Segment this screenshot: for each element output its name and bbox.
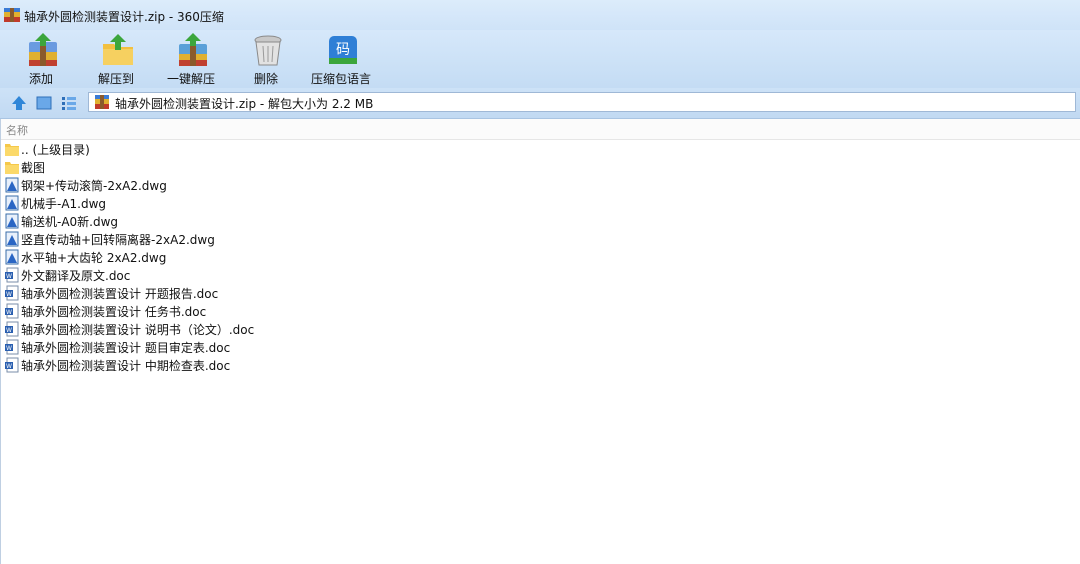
add-label: 添加: [28, 72, 53, 86]
folder-icon: [5, 162, 19, 174]
file-name: 机械手-A1.dwg: [21, 197, 107, 211]
dwg-file-icon: [5, 195, 19, 211]
file-name: 轴承外圆检测装置设计 开题报告.doc: [21, 287, 219, 301]
trash-icon: [254, 35, 282, 66]
list-header: 名称: [0, 119, 1080, 140]
file-name: 水平轴+大齿轮 2xA2.dwg: [21, 251, 167, 265]
dwg-file-icon: [5, 231, 19, 247]
file-name: 轴承外圆检测装置设计 任务书.doc: [21, 305, 207, 319]
svg-text:W: W: [6, 345, 12, 352]
toolbar: 添加 解压到 一键解压 删除 码 压缩包语言: [0, 30, 1080, 88]
file-name: .. (上级目录): [21, 143, 90, 157]
delete-label: 删除: [253, 72, 278, 86]
doc-file-icon: W: [5, 339, 19, 355]
folder-icon: [5, 144, 19, 156]
doc-file-icon: W: [5, 267, 19, 283]
list-item[interactable]: W 轴承外圆检测装置设计 说明书（论文）.doc: [0, 320, 600, 338]
doc-file-icon: W: [5, 303, 19, 319]
address-text: 轴承外圆检测装置设计.zip - 解包大小为 2.2 MB: [115, 97, 374, 111]
list-item[interactable]: 水平轴+大齿轮 2xA2.dwg: [0, 248, 600, 266]
one-click-extract-button[interactable]: 一键解压: [155, 30, 227, 88]
list-item[interactable]: W 轴承外圆检测装置设计 任务书.doc: [0, 302, 600, 320]
file-name: 截图: [21, 161, 46, 175]
list-item[interactable]: 机械手-A1.dwg: [0, 194, 600, 212]
list-item[interactable]: .. (上级目录): [0, 140, 600, 158]
zip-archive-icon: [95, 95, 109, 109]
encoding-icon: 码: [329, 36, 357, 64]
address-field[interactable]: 轴承外圆检测装置设计.zip - 解包大小为 2.2 MB: [88, 92, 1076, 112]
doc-file-icon: W: [5, 285, 19, 301]
list-item[interactable]: W 轴承外圆检测装置设计 中期检查表.doc: [0, 356, 600, 374]
svg-text:W: W: [6, 291, 12, 298]
dwg-file-icon: [5, 249, 19, 265]
one-click-extract-label: 一键解压: [166, 72, 215, 86]
list-view-icon[interactable]: [60, 94, 78, 112]
file-name: 竖直传动轴+回转隔离器-2xA2.dwg: [21, 233, 215, 247]
up-arrow-icon[interactable]: [10, 94, 28, 112]
file-name: 轴承外圆检测装置设计 题目审定表.doc: [21, 341, 231, 355]
file-name: 输送机-A0新.dwg: [21, 215, 119, 229]
zip-archive-icon: [4, 8, 20, 22]
list-item[interactable]: W 轴承外圆检测装置设计 开题报告.doc: [0, 284, 600, 302]
file-name: 外文翻译及原文.doc: [21, 269, 131, 283]
svg-text:W: W: [6, 327, 12, 334]
list-item[interactable]: 钢架+传动滚筒-2xA2.dwg: [0, 176, 600, 194]
dwg-file-icon: [5, 177, 19, 193]
dwg-file-icon: [5, 213, 19, 229]
file-name: 轴承外圆检测装置设计 说明书（论文）.doc: [21, 323, 255, 337]
archive-language-label: 压缩包语言: [310, 72, 371, 86]
svg-text:W: W: [6, 363, 12, 370]
doc-file-icon: W: [5, 321, 19, 337]
list-item[interactable]: W 外文翻译及原文.doc: [0, 266, 600, 284]
file-name: 轴承外圆检测装置设计 中期检查表.doc: [21, 359, 231, 373]
thumbnail-view-icon[interactable]: [35, 94, 53, 112]
extract-to-button[interactable]: 解压到: [80, 30, 152, 88]
add-button[interactable]: 添加: [5, 30, 77, 88]
list-item[interactable]: 截图: [0, 158, 600, 176]
list-item[interactable]: 竖直传动轴+回转隔离器-2xA2.dwg: [0, 230, 600, 248]
add-archive-icon: [29, 33, 57, 66]
doc-file-icon: W: [5, 357, 19, 373]
svg-text:W: W: [6, 273, 12, 280]
window-title: 轴承外圆检测装置设计.zip - 360压缩: [24, 10, 224, 24]
encoding-glyph: 码: [336, 42, 350, 58]
extract-to-icon: [103, 34, 133, 65]
column-header-name[interactable]: 名称: [6, 122, 28, 138]
archive-language-button[interactable]: 码 压缩包语言: [305, 30, 377, 88]
list-item[interactable]: 输送机-A0新.dwg: [0, 212, 600, 230]
file-name: 钢架+传动滚筒-2xA2.dwg: [21, 179, 167, 193]
address-bar: 轴承外圆检测装置设计.zip - 解包大小为 2.2 MB: [0, 88, 1080, 119]
svg-text:W: W: [6, 309, 12, 316]
list-item[interactable]: W 轴承外圆检测装置设计 题目审定表.doc: [0, 338, 600, 356]
extract-to-label: 解压到: [97, 72, 134, 86]
title-bar: 轴承外圆检测装置设计.zip - 360压缩: [0, 0, 1080, 30]
delete-button[interactable]: 删除: [230, 30, 302, 88]
one-click-extract-icon: [179, 33, 207, 66]
